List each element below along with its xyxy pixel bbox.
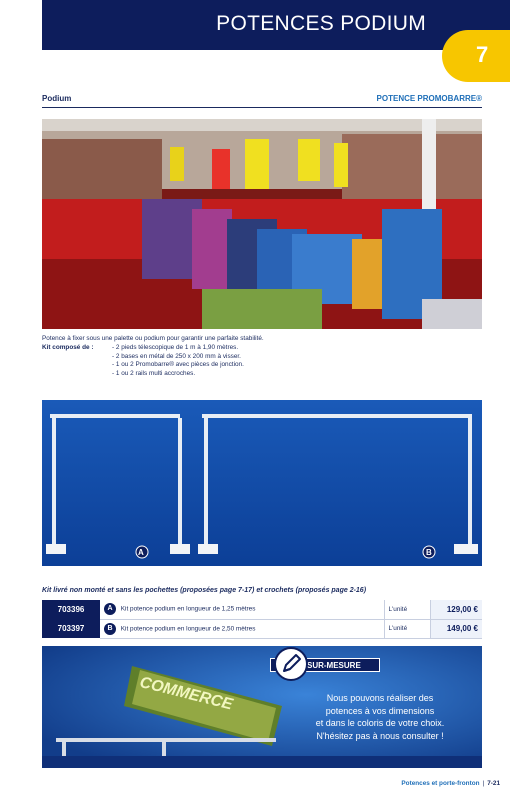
chapter-number: 7 (476, 42, 489, 67)
price-row: 703397 B Kit potence podium en longueur … (42, 619, 482, 639)
product-label: Kit potence podium en longueur de 1,25 m… (120, 605, 256, 613)
pencil-icon (274, 647, 308, 681)
custom-line: et dans le coloris de votre choix. (315, 718, 445, 728)
kit-item: - 2 pieds télescopique de 1 m à 1,90 mèt… (112, 344, 239, 351)
product-photo: A B (42, 400, 482, 566)
footer-page: 7-21 (487, 780, 500, 787)
page-footer: Potences et porte-fronton | 7-21 (401, 780, 500, 787)
section-product-name: POTENCE PROMOBARRE® (376, 94, 482, 103)
kit-item: - 2 bases en métal de 250 x 200 mm à vis… (112, 352, 241, 360)
price-row: 703396 A Kit potence podium en longueur … (42, 600, 482, 620)
custom-line: N'hésitez pas à nous consulter ! (316, 730, 444, 741)
kit-note: Kit livré non monté et sans les pochette… (42, 587, 367, 594)
page-header: POTENCES PODIUM (42, 0, 510, 50)
product-label-a: A (138, 548, 144, 557)
kit-items: - 2 pieds télescopique de 1 m à 1,90 mèt… (112, 344, 244, 378)
section-heading: Podium POTENCE PROMOBARRE® (42, 94, 482, 108)
store-display-illustration (42, 119, 482, 329)
store-display-photo (42, 119, 482, 329)
product-ref: 703396 (42, 600, 100, 619)
product-desc-cell: B Kit potence podium en longueur de 2,50… (100, 619, 384, 639)
price-table: 703396 A Kit potence podium en longueur … (42, 600, 482, 639)
product-description: Potence à fixer sous une palette ou podi… (42, 335, 482, 377)
custom-line: Nous pouvons réaliser des (326, 693, 434, 703)
product-desc-cell: A Kit potence podium en longueur de 1,25… (100, 600, 384, 620)
section-category: Podium (42, 94, 72, 103)
variant-badge: A (104, 603, 116, 616)
price-value: 149,00 € (429, 619, 482, 639)
kit-item: - 1 ou 2 rails multi accroches. (112, 369, 196, 377)
custom-offer-text: Nous pouvons réaliser des potences à vos… (290, 692, 470, 742)
potence-illustration (42, 400, 482, 566)
product-ref: 703397 (42, 619, 100, 638)
unit-label: L'unité (383, 600, 430, 620)
variant-badge: B (104, 622, 116, 635)
kit-item: - 1 ou 2 Promobarre® avec pièces de jonc… (112, 361, 244, 369)
unit-label: L'unité (383, 619, 430, 639)
product-label-b: B (426, 548, 432, 557)
price-value: 129,00 € (429, 600, 482, 620)
kit-label: Kit composé de : (42, 344, 94, 351)
description-intro: Potence à fixer sous une palette ou podi… (42, 335, 264, 342)
page-title: POTENCES PODIUM (216, 12, 426, 35)
chapter-badge: 7 (442, 30, 510, 82)
custom-line: potences à vos dimensions (325, 705, 435, 716)
footer-section: Potences et porte-fronton (401, 780, 480, 787)
left-margin (0, 0, 42, 794)
product-label: Kit potence podium en longueur de 2,50 m… (120, 625, 256, 633)
